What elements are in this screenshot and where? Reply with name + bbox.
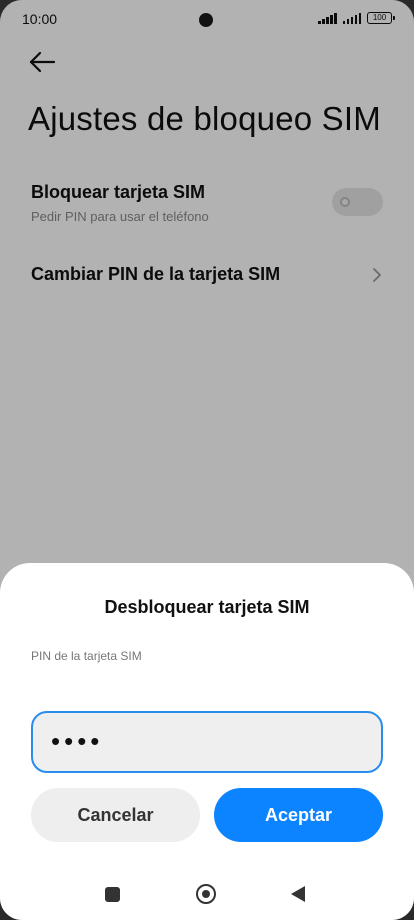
phone-screen: 10:00 100 Ajustes de bloqueo SIM Bloquea… xyxy=(0,0,414,920)
pin-field-label: PIN de la tarjeta SIM xyxy=(31,649,142,663)
recents-square-icon[interactable] xyxy=(105,887,120,902)
pin-input[interactable]: •••• xyxy=(31,711,383,773)
home-circle-icon[interactable] xyxy=(196,884,216,904)
unlock-sim-dialog: Desbloquear tarjeta SIM PIN de la tarjet… xyxy=(0,563,414,920)
accept-button[interactable]: Aceptar xyxy=(214,788,383,842)
cancel-button[interactable]: Cancelar xyxy=(31,788,200,842)
back-triangle-icon[interactable] xyxy=(290,885,306,903)
navigation-bar xyxy=(0,868,414,920)
dialog-title: Desbloquear tarjeta SIM xyxy=(104,597,310,617)
